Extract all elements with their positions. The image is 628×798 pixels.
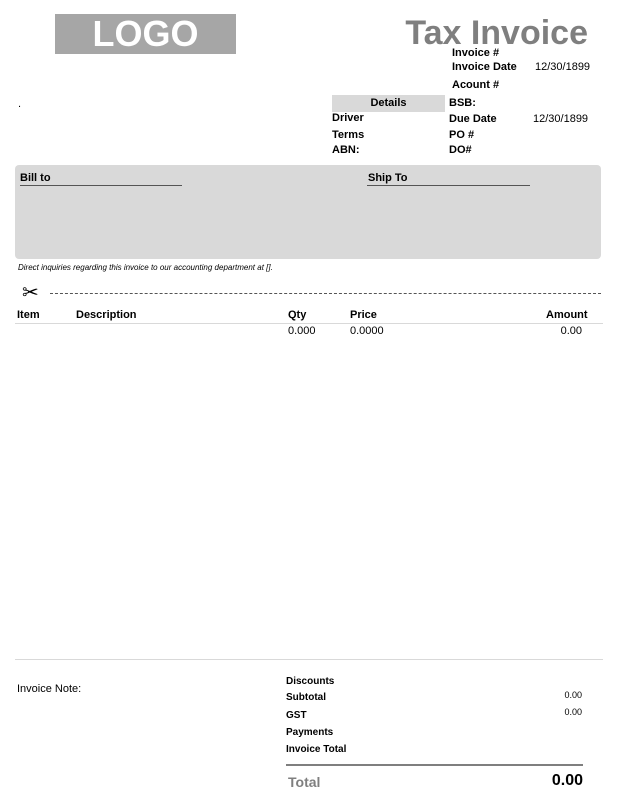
account-number-label: Acount # [452, 79, 500, 91]
column-header-price: Price [350, 309, 377, 321]
total-label: Total [288, 774, 321, 790]
driver-label: Driver [332, 112, 364, 124]
total-divider [286, 764, 583, 766]
bsb-label: BSB: [449, 97, 476, 109]
discounts-label: Discounts [286, 676, 335, 687]
do-number-label: DO# [449, 144, 472, 156]
gst-value: 0.00 [564, 707, 582, 717]
abn-label: ABN: [332, 144, 360, 156]
payments-label: Payments [286, 727, 334, 738]
cut-line [50, 293, 601, 294]
details-header: Details [332, 95, 445, 112]
row-amount: 0.00 [560, 325, 582, 337]
invoice-total-label: Invoice Total [286, 744, 347, 755]
total-value: 0.00 [551, 772, 583, 789]
row-price: 0.0000 [350, 325, 384, 337]
column-header-amount: Amount [546, 309, 588, 321]
ship-to-underline [367, 185, 530, 186]
inquiry-note: Direct inquiries regarding this invoice … [18, 263, 273, 272]
invoice-date-value: 12/30/1899 [535, 61, 591, 73]
invoice-date-label: Invoice Date [452, 61, 517, 73]
invoice-note-label: Invoice Note: [17, 683, 82, 695]
gst-label: GST [286, 710, 307, 721]
subtotal-label: Subtotal [286, 692, 326, 703]
column-header-item: Item [17, 309, 40, 321]
po-number-label: PO # [449, 129, 475, 141]
bill-to-underline [20, 185, 182, 186]
row-qty: 0.000 [288, 325, 316, 337]
ship-to-label: Ship To [368, 172, 408, 184]
due-date-label: Due Date [449, 113, 497, 125]
column-header-description: Description [76, 309, 137, 321]
bill-to-label: Bill to [20, 172, 51, 184]
footer-divider [15, 659, 603, 660]
subtotal-value: 0.00 [564, 690, 582, 700]
placeholder-dot: . [18, 98, 22, 110]
logo: LOGO [55, 14, 236, 54]
invoice-number-label: Invoice # [452, 47, 500, 59]
due-date-value: 12/30/1899 [533, 113, 589, 125]
scissors-icon: ✂ [22, 282, 39, 304]
table-header-divider [15, 323, 603, 324]
column-header-qty: Qty [288, 309, 307, 321]
terms-label: Terms [332, 129, 365, 141]
address-box: Bill to Ship To [15, 165, 601, 259]
